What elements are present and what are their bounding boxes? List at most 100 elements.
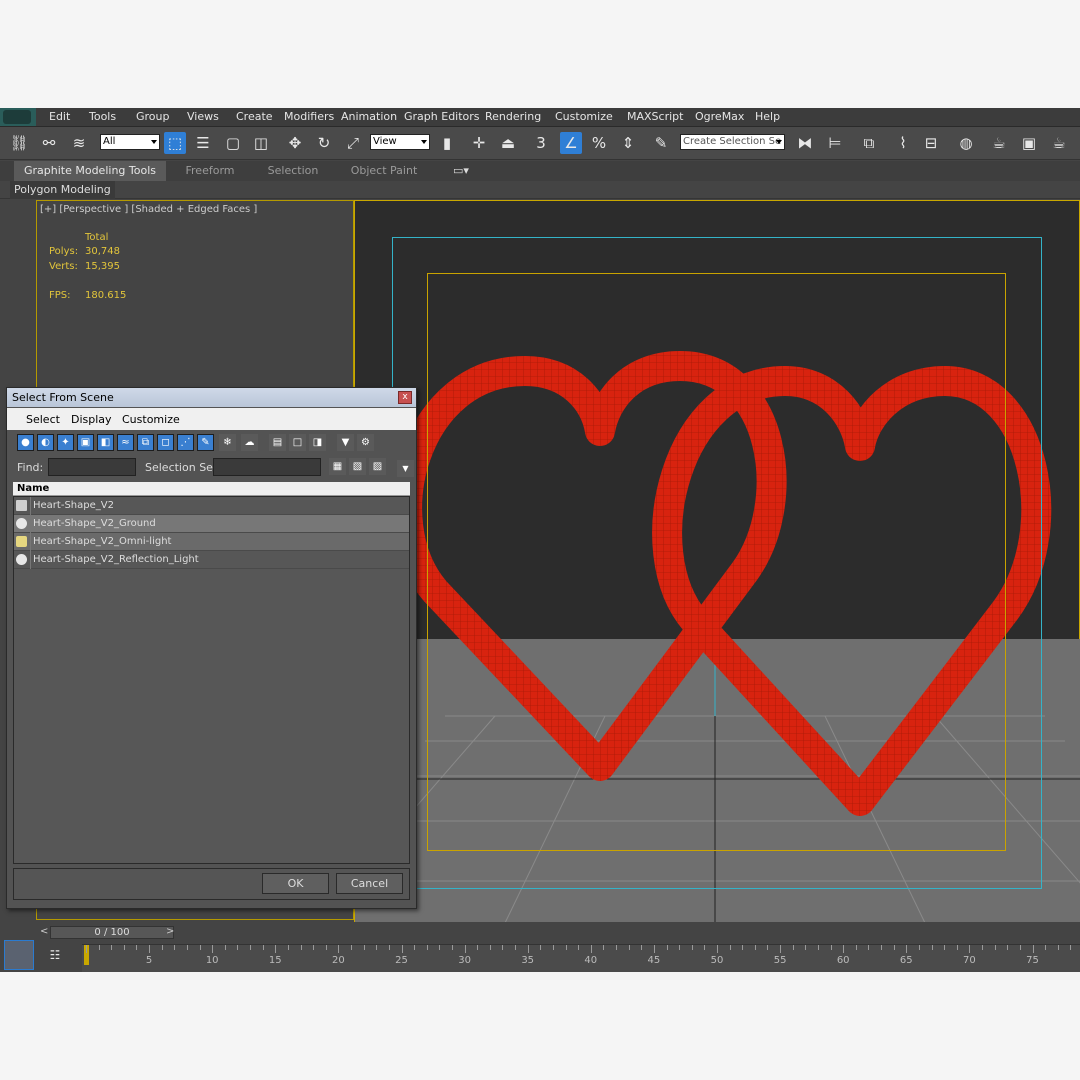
tab-selection[interactable]: Selection bbox=[256, 161, 330, 181]
timeline-tick bbox=[1070, 945, 1072, 950]
unlink-icon[interactable]: ⚯ bbox=[38, 132, 60, 154]
tab-polygon-modeling[interactable]: Polygon Modeling bbox=[10, 181, 115, 199]
timeline-tick-label: 40 bbox=[584, 955, 598, 966]
display-invert-icon[interactable]: ◨ bbox=[309, 434, 326, 451]
viewport-label[interactable]: [+] [Perspective ] [Shaded + Edged Faces… bbox=[40, 204, 257, 215]
find-input[interactable] bbox=[48, 458, 136, 476]
render-setup-icon[interactable]: ☕ bbox=[988, 132, 1010, 154]
track-bar[interactable]: 5 10 15 20 25 30 35 40 45 50 55 60 65 70 75 bbox=[82, 944, 1080, 972]
menu-edit[interactable]: Edit bbox=[49, 110, 70, 123]
percent-snap-icon[interactable]: % bbox=[588, 132, 610, 154]
rectangle-selection-icon[interactable]: ▢ bbox=[222, 132, 244, 154]
timeline-tick-label: 75 bbox=[1026, 955, 1039, 966]
menu-ogremax[interactable]: OgreMax bbox=[695, 110, 744, 123]
tab-object-paint[interactable]: Object Paint bbox=[340, 161, 428, 181]
select-manipulate-icon[interactable]: ✛ bbox=[468, 132, 490, 154]
filter-settings-icon[interactable]: ⚙ bbox=[357, 434, 374, 451]
timeline-prev-button[interactable]: < bbox=[40, 926, 48, 937]
list-item[interactable]: Heart-Shape_V2 bbox=[14, 497, 409, 515]
timeline-next-button[interactable]: > bbox=[166, 926, 174, 937]
rendered-frame-window-icon[interactable]: ▣ bbox=[1018, 132, 1040, 154]
remove-from-selection-set-icon[interactable]: ▨ bbox=[369, 458, 386, 475]
list-item[interactable]: Heart-Shape_V2_Omni-light bbox=[14, 533, 409, 551]
tab-graphite-modeling-tools[interactable]: Graphite Modeling Tools bbox=[14, 161, 166, 181]
menu-modifiers[interactable]: Modifiers bbox=[284, 110, 334, 123]
dialog-menu-customize[interactable]: Customize bbox=[122, 413, 180, 426]
pivot-icon[interactable]: ▮ bbox=[436, 132, 458, 154]
render-production-icon[interactable]: ☕ bbox=[1048, 132, 1070, 154]
add-to-selection-set-icon[interactable]: ▧ bbox=[349, 458, 366, 475]
perspective-viewport[interactable] bbox=[354, 200, 1080, 923]
cancel-button[interactable]: Cancel bbox=[336, 873, 403, 894]
filter-groups-icon[interactable]: ⧉ bbox=[137, 434, 154, 451]
close-icon[interactable]: x bbox=[398, 391, 412, 404]
menu-tools[interactable]: Tools bbox=[89, 110, 116, 123]
window-crossing-icon[interactable]: ◫ bbox=[250, 132, 272, 154]
filter-cameras-icon[interactable]: ▣ bbox=[77, 434, 94, 451]
curve-editor-mini-icon[interactable]: ☷ bbox=[44, 944, 66, 966]
ribbon-options-icon[interactable]: ▭▾ bbox=[446, 161, 476, 181]
menu-rendering[interactable]: Rendering bbox=[485, 110, 541, 123]
filter-helpers-icon[interactable]: ◧ bbox=[97, 434, 114, 451]
spinner-snap-icon[interactable]: ⇕ bbox=[617, 132, 639, 154]
named-selection-sets-input[interactable]: Create Selection Se bbox=[680, 134, 785, 150]
link-icon[interactable]: ⛓ bbox=[8, 132, 30, 154]
menu-customize[interactable]: Customize bbox=[555, 110, 613, 123]
timeline-tick bbox=[767, 945, 769, 950]
display-none-icon[interactable]: □ bbox=[289, 434, 306, 451]
filter-geometry-icon[interactable]: ● bbox=[17, 434, 34, 451]
list-item[interactable]: Heart-Shape_V2_Ground bbox=[14, 515, 409, 533]
hidden-objects-icon[interactable]: ☁ bbox=[241, 434, 258, 451]
app-logo-icon[interactable] bbox=[0, 108, 36, 126]
filter-shapes-icon[interactable]: ◐ bbox=[37, 434, 54, 451]
expand-options-icon[interactable]: ▼ bbox=[397, 460, 414, 477]
snap-dimension-label: 3 bbox=[536, 134, 546, 152]
filter-funnel-icon[interactable]: ▼ bbox=[337, 434, 354, 451]
selection-filter-dropdown[interactable]: All bbox=[100, 134, 160, 150]
rotate-icon[interactable]: ↻ bbox=[313, 132, 335, 154]
move-icon[interactable]: ✥ bbox=[284, 132, 306, 154]
select-object-icon[interactable]: ⬚ bbox=[164, 132, 186, 154]
reference-coordinate-dropdown[interactable]: View bbox=[370, 134, 430, 150]
menu-group[interactable]: Group bbox=[136, 110, 170, 123]
dialog-menu-select[interactable]: Select bbox=[26, 413, 60, 426]
dialog-menu-display[interactable]: Display bbox=[71, 413, 112, 426]
filter-containers-icon[interactable]: ✎ bbox=[197, 434, 214, 451]
menu-views[interactable]: Views bbox=[187, 110, 219, 123]
menu-help[interactable]: Help bbox=[755, 110, 780, 123]
menu-animation[interactable]: Animation bbox=[341, 110, 397, 123]
schematic-view-icon[interactable]: ⊟ bbox=[920, 132, 942, 154]
snaps-toggle-icon[interactable]: 3 bbox=[530, 132, 552, 154]
filter-bones-icon[interactable]: ⋰ bbox=[177, 434, 194, 451]
time-slider[interactable]: 0 / 100 bbox=[50, 926, 174, 939]
frozen-objects-icon[interactable]: ❄ bbox=[219, 434, 236, 451]
maxscript-listener-button[interactable] bbox=[4, 940, 34, 970]
menu-create[interactable]: Create bbox=[236, 110, 273, 123]
edit-named-selection-icon[interactable]: ✎ bbox=[650, 132, 672, 154]
angle-snap-icon[interactable]: ∠ bbox=[560, 132, 582, 154]
align-icon[interactable]: ⊨ bbox=[824, 132, 846, 154]
layer-manager-icon[interactable]: ⧉ bbox=[858, 132, 880, 154]
ok-button[interactable]: OK bbox=[262, 873, 329, 894]
create-selection-set-icon[interactable]: ▦ bbox=[329, 458, 346, 475]
scale-icon[interactable]: ⤢ bbox=[342, 132, 364, 154]
filter-xrefs-icon[interactable]: ◻ bbox=[157, 434, 174, 451]
timeline-tick bbox=[578, 945, 580, 950]
display-all-icon[interactable]: ▤ bbox=[269, 434, 286, 451]
selection-set-dropdown[interactable] bbox=[213, 458, 321, 476]
menu-maxscript[interactable]: MAXScript bbox=[627, 110, 683, 123]
filter-spacewarps-icon[interactable]: ≈ bbox=[117, 434, 134, 451]
bind-spacewarp-icon[interactable]: ≋ bbox=[68, 132, 90, 154]
name-column-header[interactable]: Name bbox=[13, 482, 410, 496]
curve-editor-icon[interactable]: ⌇ bbox=[892, 132, 914, 154]
menu-graph-editors[interactable]: Graph Editors bbox=[404, 110, 480, 123]
select-by-name-icon[interactable]: ☰ bbox=[192, 132, 214, 154]
tab-freeform[interactable]: Freeform bbox=[172, 161, 248, 181]
mirror-icon[interactable]: ⧓ bbox=[794, 132, 816, 154]
timeline-tick bbox=[729, 945, 731, 950]
keyboard-shortcut-icon[interactable]: ⏏ bbox=[497, 132, 519, 154]
filter-lights-icon[interactable]: ✦ bbox=[57, 434, 74, 451]
timeline-tick bbox=[287, 945, 289, 950]
list-item[interactable]: Heart-Shape_V2_Reflection_Light bbox=[14, 551, 409, 569]
material-editor-icon[interactable]: ◍ bbox=[955, 132, 977, 154]
